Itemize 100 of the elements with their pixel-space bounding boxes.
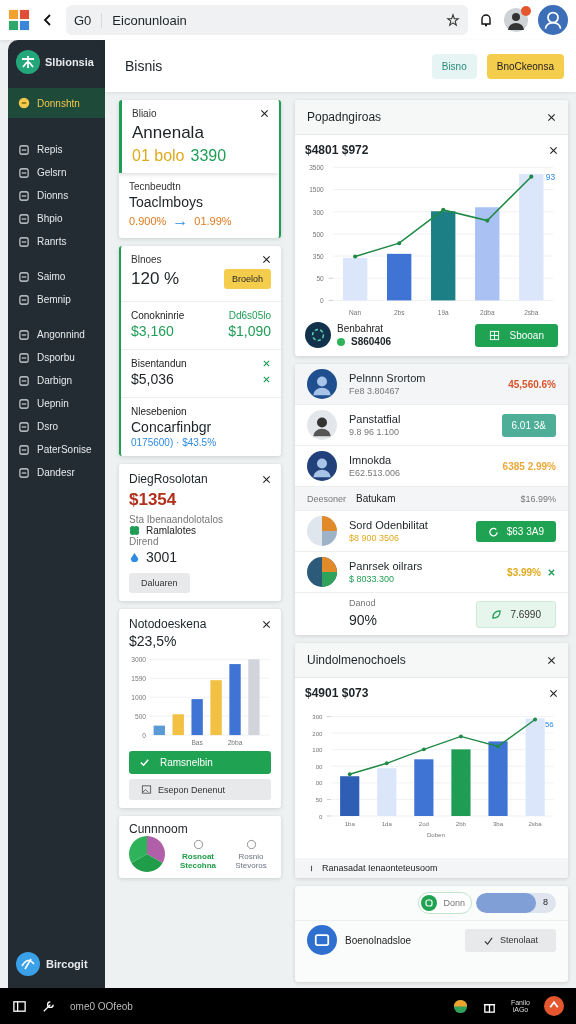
sidebar-item[interactable]: Repis bbox=[8, 138, 105, 161]
secondary-button[interactable]: Bisno bbox=[431, 53, 477, 79]
sidebar-item[interactable]: Gelsrn bbox=[8, 161, 105, 184]
panel-icon[interactable] bbox=[12, 998, 27, 1014]
apply-button[interactable]: Stenolaat bbox=[464, 928, 556, 952]
status-chip[interactable]: Donn bbox=[418, 892, 472, 914]
data-point bbox=[496, 744, 500, 749]
close-icon[interactable] bbox=[262, 619, 271, 629]
stat-value: 3390 bbox=[190, 147, 227, 165]
amount-value: $1354 bbox=[129, 490, 178, 510]
account-value: S860406 bbox=[351, 336, 392, 347]
caption: Sta Ibenaandolotalos bbox=[129, 514, 224, 525]
chart-bar bbox=[451, 749, 471, 816]
sidebar-item[interactable]: Bhpio bbox=[8, 207, 105, 230]
close-icon[interactable] bbox=[547, 112, 556, 122]
card-title: Cunnnoom bbox=[129, 822, 189, 836]
footer-note: Ranasadat Ienaonteteusoom bbox=[322, 863, 438, 873]
chart-bar bbox=[340, 776, 360, 816]
expand-icon[interactable] bbox=[262, 359, 271, 368]
sidebar-item[interactable]: Dionns bbox=[8, 184, 105, 207]
item-label: Ramlalotes bbox=[146, 525, 197, 536]
section-label: Nlesebenion bbox=[131, 406, 188, 417]
globe-icon[interactable] bbox=[452, 998, 468, 1014]
app-logo-icon[interactable] bbox=[8, 9, 30, 31]
close-icon[interactable] bbox=[262, 474, 271, 484]
status-icon bbox=[421, 895, 438, 911]
section-title: Toaclmboys bbox=[129, 194, 204, 210]
amount-value: 6385 2.99% bbox=[502, 460, 556, 472]
row-note: Dd6s05lo bbox=[228, 310, 271, 321]
sidebar-item[interactable]: Dsro bbox=[8, 415, 105, 438]
row-value: $1,090 bbox=[228, 323, 271, 339]
row-label: Conokninrie bbox=[131, 310, 185, 321]
star-icon[interactable] bbox=[446, 13, 460, 27]
pie-chart-icon bbox=[307, 557, 337, 587]
section-value: $16.99% bbox=[520, 493, 556, 504]
data-point bbox=[384, 761, 389, 766]
card-label: Bliaio bbox=[132, 108, 157, 119]
data-point bbox=[529, 174, 534, 179]
section-label: Deesoner bbox=[307, 493, 347, 504]
close-icon[interactable] bbox=[549, 145, 558, 155]
card-title: Popadngiroas bbox=[307, 110, 382, 124]
total-button[interactable]: 7.6990 bbox=[476, 600, 556, 628]
legend-label[interactable]: Rosnio Stevoros bbox=[231, 851, 271, 870]
entry-detail: E62.513.006 bbox=[349, 468, 402, 478]
card-title: Uindolmenochoels bbox=[307, 653, 406, 667]
chart-title: $4901 $073 bbox=[305, 686, 369, 700]
workspace-name: Bircogit bbox=[46, 958, 88, 970]
sidebar-item[interactable]: Uepnin bbox=[8, 392, 105, 415]
card-title: Annenala bbox=[132, 123, 205, 143]
pie-chart-icon bbox=[307, 516, 337, 546]
brand-mark-icon bbox=[16, 952, 40, 976]
stat-value: 3001 bbox=[146, 549, 178, 565]
primary-button[interactable]: BnoCkeonsa bbox=[486, 53, 564, 79]
page-title: Bisnis bbox=[125, 58, 164, 74]
entry-detail: Fe8 3.80467 bbox=[349, 386, 401, 396]
sidebar-item[interactable]: Ranrts bbox=[8, 230, 105, 253]
pie-chart-drawing bbox=[129, 836, 165, 872]
sidebar-item[interactable]: Angonnind bbox=[8, 323, 105, 346]
change-value: 0175600) · $43.5% bbox=[131, 437, 218, 448]
chart-bar bbox=[377, 768, 397, 816]
close-icon[interactable] bbox=[260, 109, 269, 118]
sidebar-item[interactable]: Darbign bbox=[8, 369, 105, 392]
clover-icon bbox=[129, 525, 140, 536]
secondary-button[interactable]: Daluaren bbox=[129, 573, 190, 593]
close-icon[interactable] bbox=[547, 655, 556, 665]
close-icon[interactable] bbox=[262, 255, 271, 264]
slider[interactable]: 8 bbox=[476, 893, 556, 913]
legend-label[interactable]: Rosnoat Stecohna bbox=[178, 851, 218, 870]
sidebar-item[interactable]: Donnshtn bbox=[8, 88, 105, 118]
notification-icon[interactable] bbox=[544, 996, 564, 1016]
avatar-icon bbox=[307, 451, 337, 481]
drop-icon bbox=[129, 551, 140, 563]
row-value: $5,036 bbox=[131, 371, 174, 387]
data-point bbox=[441, 207, 446, 212]
data-label: 56 bbox=[544, 720, 554, 729]
window-icon bbox=[307, 925, 337, 955]
total-value: 90% bbox=[349, 612, 379, 628]
refresh-icon bbox=[487, 525, 499, 537]
arrow-glyph: → bbox=[172, 212, 189, 230]
chart-bar bbox=[342, 257, 368, 301]
close-icon[interactable] bbox=[549, 688, 558, 698]
profile-icon[interactable] bbox=[538, 5, 568, 35]
entry-name: Pelnnn Srortom bbox=[349, 372, 427, 384]
sidebar-item[interactable]: Dandesr bbox=[8, 461, 105, 484]
sidebar-item[interactable]: PaterSonise bbox=[8, 438, 105, 461]
export-button[interactable]: Esepon Denenut bbox=[129, 779, 271, 800]
amount-value: 6.01 3& bbox=[501, 413, 556, 437]
sidebar-item[interactable]: Bemnip bbox=[8, 288, 105, 311]
taskbar-search[interactable]: ome0 OOfeob bbox=[70, 1000, 133, 1012]
address-bar[interactable]: G0 Eiconunloain bbox=[66, 5, 468, 35]
expand-icon[interactable] bbox=[262, 374, 271, 384]
notification-badge bbox=[521, 6, 531, 16]
avatar-icon[interactable] bbox=[504, 8, 528, 32]
sidebar-item[interactable]: Saimo bbox=[8, 265, 105, 288]
check-icon bbox=[139, 757, 150, 768]
avatar-icon bbox=[307, 369, 337, 399]
section-title: Concarfinbgr bbox=[131, 419, 213, 435]
change-value: 0.900% bbox=[129, 215, 167, 227]
wrench-icon[interactable] bbox=[41, 998, 56, 1014]
sidebar-item[interactable]: Dsporbu bbox=[8, 346, 105, 369]
